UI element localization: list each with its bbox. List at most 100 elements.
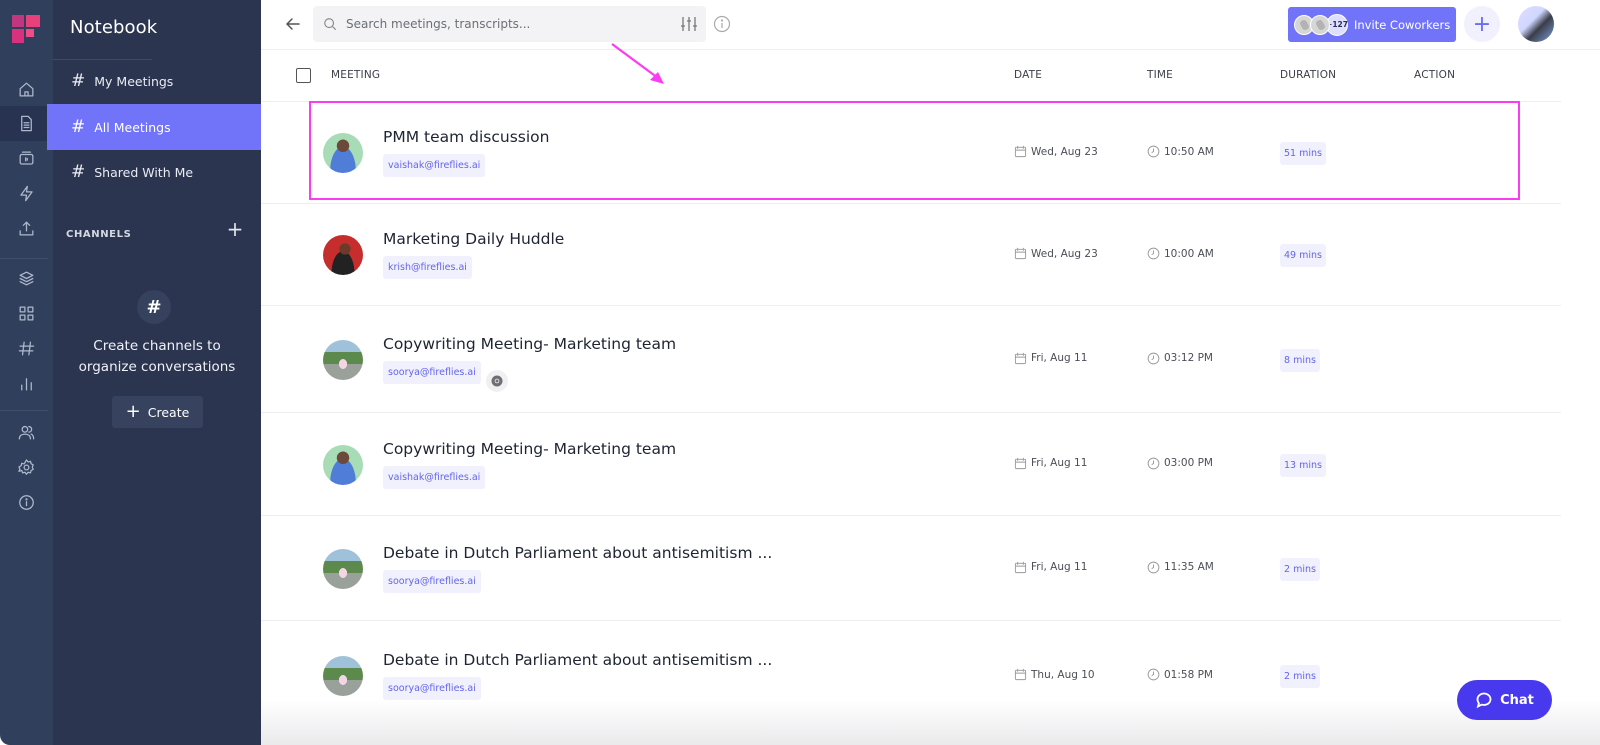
info-icon: [19, 495, 34, 510]
sidebar-item-label: All Meetings: [94, 119, 171, 135]
clock-icon: [1147, 668, 1160, 681]
create-channel-button[interactable]: + Create: [112, 396, 203, 428]
settings-icon: [18, 459, 34, 475]
rail-notebook[interactable]: [0, 106, 53, 141]
empty-message-line: Create channels to: [93, 338, 221, 354]
rail-analytics[interactable]: [0, 366, 53, 401]
meeting-time: 01:58 PM: [1147, 668, 1213, 681]
channels-empty-message: Create channels to organize conversation…: [53, 336, 261, 378]
meeting-title[interactable]: Debate in Dutch Parliament about antisem…: [383, 544, 772, 562]
sidebar-item-shared-with-me[interactable]: # Shared With Me: [53, 149, 261, 195]
column-header-action: ACTION: [1414, 69, 1456, 81]
duration-badge: 51 mins: [1280, 142, 1326, 165]
add-channel-button[interactable]: +: [225, 219, 245, 240]
panel-title: Notebook: [70, 17, 158, 38]
meeting-recorder-icon: [19, 151, 34, 165]
rail-settings[interactable]: [0, 450, 53, 485]
filter-sliders-icon[interactable]: [680, 15, 698, 33]
rail-team[interactable]: [0, 415, 53, 450]
sidebar-item-all-meetings[interactable]: # All Meetings: [47, 104, 261, 150]
meeting-title[interactable]: Debate in Dutch Parliament about antisem…: [383, 651, 772, 669]
time-text: 10:00 AM: [1164, 247, 1214, 260]
apps-grid-icon: [19, 306, 34, 321]
table-row[interactable]: Copywriting Meeting- Marketing team soor…: [261, 305, 1561, 412]
meeting-title[interactable]: Copywriting Meeting- Marketing team: [383, 440, 676, 458]
search-input[interactable]: [346, 17, 666, 31]
create-label: Create: [147, 404, 190, 420]
chat-button[interactable]: Chat: [1457, 680, 1552, 720]
channels-heading: CHANNELS: [66, 229, 132, 240]
clock-icon: [1147, 145, 1160, 158]
table-row[interactable]: Copywriting Meeting- Marketing team vais…: [261, 412, 1561, 515]
notebook-panel: Notebook # My Meetings # All Meetings # …: [47, 0, 261, 745]
meeting-date: Wed, Aug 23: [1014, 145, 1098, 158]
duration-badge: 2 mins: [1280, 665, 1320, 688]
invite-label: Invite Coworkers: [1354, 17, 1451, 32]
organizer-avatar: [323, 235, 363, 275]
rail-apps[interactable]: [0, 296, 53, 331]
time-text: 03:00 PM: [1164, 457, 1213, 469]
rail-home[interactable]: [0, 72, 53, 107]
select-all-checkbox[interactable]: [296, 68, 311, 83]
date-text: Fri, Aug 11: [1031, 457, 1088, 469]
rail-integrations[interactable]: [0, 176, 53, 211]
rail-recorder[interactable]: [0, 141, 53, 176]
column-header-date[interactable]: DATE: [1014, 69, 1042, 81]
table-row[interactable]: PMM team discussion vaishak@fireflies.ai…: [261, 101, 1561, 203]
rail-upload[interactable]: [0, 211, 53, 246]
team-icon: [18, 425, 35, 440]
calendar-icon: [1014, 247, 1027, 260]
fireflies-logo[interactable]: [12, 15, 40, 43]
table-row[interactable]: Debate in Dutch Parliament about antisem…: [261, 515, 1561, 620]
notebook-icon: [21, 115, 32, 132]
sidebar-item-my-meetings[interactable]: # My Meetings: [53, 58, 261, 104]
calendar-icon: [1014, 145, 1027, 158]
analytics-icon: [21, 378, 32, 391]
calendar-icon: [1014, 352, 1027, 364]
back-arrow-icon[interactable]: [283, 14, 303, 34]
organizer-avatar: [323, 444, 363, 485]
calendar-icon: [1014, 668, 1027, 681]
meeting-date: Fri, Aug 11: [1014, 561, 1087, 574]
info-icon[interactable]: [713, 15, 731, 33]
chrome-icon: [486, 369, 508, 392]
search-bar: [313, 6, 706, 42]
rail-info[interactable]: [0, 485, 53, 520]
plus-icon: +: [125, 401, 141, 422]
organizer-email-tag: soorya@fireflies.ai: [383, 677, 481, 700]
time-text: 11:35 AM: [1164, 561, 1214, 573]
rail-channels[interactable]: [0, 331, 53, 366]
rail-topics[interactable]: [0, 261, 53, 296]
meeting-time: 10:50 AM: [1147, 145, 1214, 158]
invite-coworkers-button[interactable]: +127 Invite Coworkers: [1288, 7, 1456, 42]
meeting-date: Fri, Aug 11: [1014, 457, 1087, 470]
table-row[interactable]: Debate in Dutch Parliament about antisem…: [261, 620, 1561, 730]
rail-divider: [0, 410, 48, 411]
chat-label: Chat: [1500, 692, 1534, 708]
meeting-time: 10:00 AM: [1147, 247, 1214, 260]
date-text: Wed, Aug 23: [1031, 145, 1098, 158]
sidebar-item-label: Shared With Me: [94, 164, 194, 180]
icon-rail: [0, 0, 53, 745]
column-header-duration[interactable]: DURATION: [1280, 69, 1336, 81]
meeting-title[interactable]: Copywriting Meeting- Marketing team: [383, 335, 676, 353]
meeting-time: 03:12 PM: [1147, 352, 1213, 365]
organizer-email-tag: soorya@fireflies.ai: [383, 360, 481, 384]
add-button[interactable]: +: [1464, 6, 1500, 42]
integrations-bolt-icon: [20, 185, 33, 202]
user-avatar[interactable]: [1518, 6, 1554, 42]
calendar-icon: [1014, 561, 1027, 573]
meeting-title[interactable]: Marketing Daily Huddle: [383, 230, 564, 248]
organizer-avatar: [323, 548, 363, 589]
hash-icon: #: [71, 117, 86, 137]
search-icon: [324, 18, 337, 31]
column-header-meeting[interactable]: MEETING: [331, 69, 380, 81]
meeting-title[interactable]: PMM team discussion: [383, 128, 550, 146]
duration-badge: 2 mins: [1280, 557, 1320, 581]
upload-icon: [19, 221, 34, 236]
column-header-time[interactable]: TIME: [1147, 69, 1173, 81]
clock-icon: [1147, 457, 1160, 469]
clock-icon: [1147, 352, 1160, 364]
duration-badge: 13 mins: [1280, 453, 1326, 477]
table-row[interactable]: Marketing Daily Huddle krish@fireflies.a…: [261, 203, 1561, 305]
